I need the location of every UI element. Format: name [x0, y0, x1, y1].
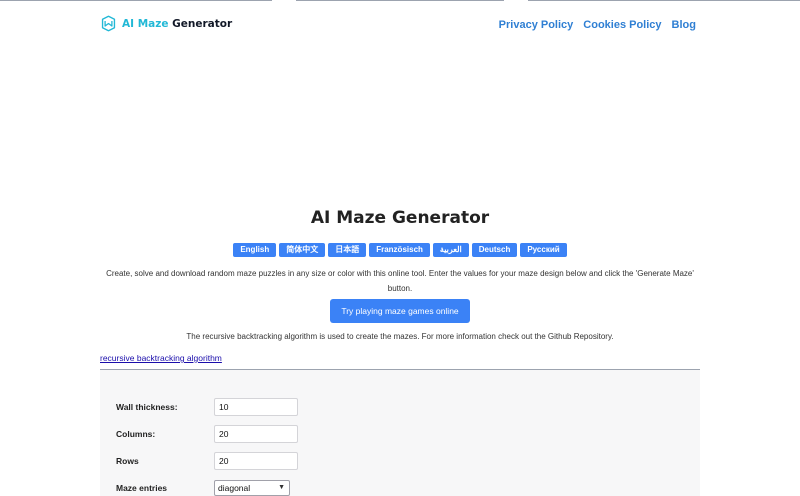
maze-entries-select[interactable]: diagonal ▼	[214, 480, 290, 496]
rows-label: Rows	[116, 456, 139, 466]
maze-entries-label: Maze entries	[116, 483, 168, 493]
nav-privacy-policy[interactable]: Privacy Policy	[499, 19, 574, 31]
logo-text: AI Maze Generator	[122, 18, 232, 30]
columns-input[interactable]: 20	[214, 425, 298, 443]
wall-thickness-row: Wall thickness: 10	[116, 398, 416, 416]
maze-entries-value: diagonal	[218, 483, 251, 493]
lang-german-button[interactable]: Deutsch	[471, 243, 518, 257]
language-selector: English 简体中文 日本語 Französisch العربية Deu…	[0, 243, 800, 257]
logo[interactable]: AI Maze Generator	[100, 15, 232, 32]
top-border	[0, 0, 800, 2]
columns-label: Columns:	[116, 429, 156, 439]
maze-settings-form: Wall thickness: 10 Columns: 20 Rows 20 M…	[100, 370, 700, 496]
maze-entries-row: Maze entries diagonal ▼	[116, 479, 416, 496]
columns-row: Columns: 20	[116, 425, 416, 443]
wall-thickness-input[interactable]: 10	[214, 398, 298, 416]
wall-thickness-label: Wall thickness:	[116, 402, 178, 412]
lang-japanese-button[interactable]: 日本語	[328, 243, 367, 257]
logo-text-rest: Generator	[168, 17, 233, 30]
lang-arabic-button[interactable]: العربية	[432, 243, 469, 257]
play-maze-games-button[interactable]: Try playing maze games online	[330, 299, 470, 323]
lang-french-button[interactable]: Französisch	[369, 243, 430, 257]
description: Create, solve and download random maze p…	[106, 269, 694, 293]
chevron-down-icon: ▼	[278, 484, 285, 491]
site-header: AI Maze Generator Privacy Policy Cookies…	[100, 14, 700, 36]
nav-cookies-policy[interactable]: Cookies Policy	[583, 19, 661, 31]
page-title: AI Maze Generator	[310, 208, 490, 228]
lang-chinese-button[interactable]: 简体中文	[279, 243, 326, 257]
algorithm-note: The recursive backtracking algorithm is …	[186, 332, 614, 341]
nav-blog[interactable]: Blog	[672, 19, 696, 31]
lang-english-button[interactable]: English	[233, 243, 277, 257]
lang-russian-button[interactable]: Русский	[520, 243, 567, 257]
algorithm-link[interactable]: recursive backtracking algorithm	[100, 353, 222, 363]
rows-row: Rows 20	[116, 452, 416, 470]
maze-logo-icon	[101, 15, 116, 32]
rows-input[interactable]: 20	[214, 452, 298, 470]
top-nav: Privacy Policy Cookies Policy Blog	[499, 19, 696, 31]
logo-text-accent: AI Maze	[122, 17, 169, 30]
